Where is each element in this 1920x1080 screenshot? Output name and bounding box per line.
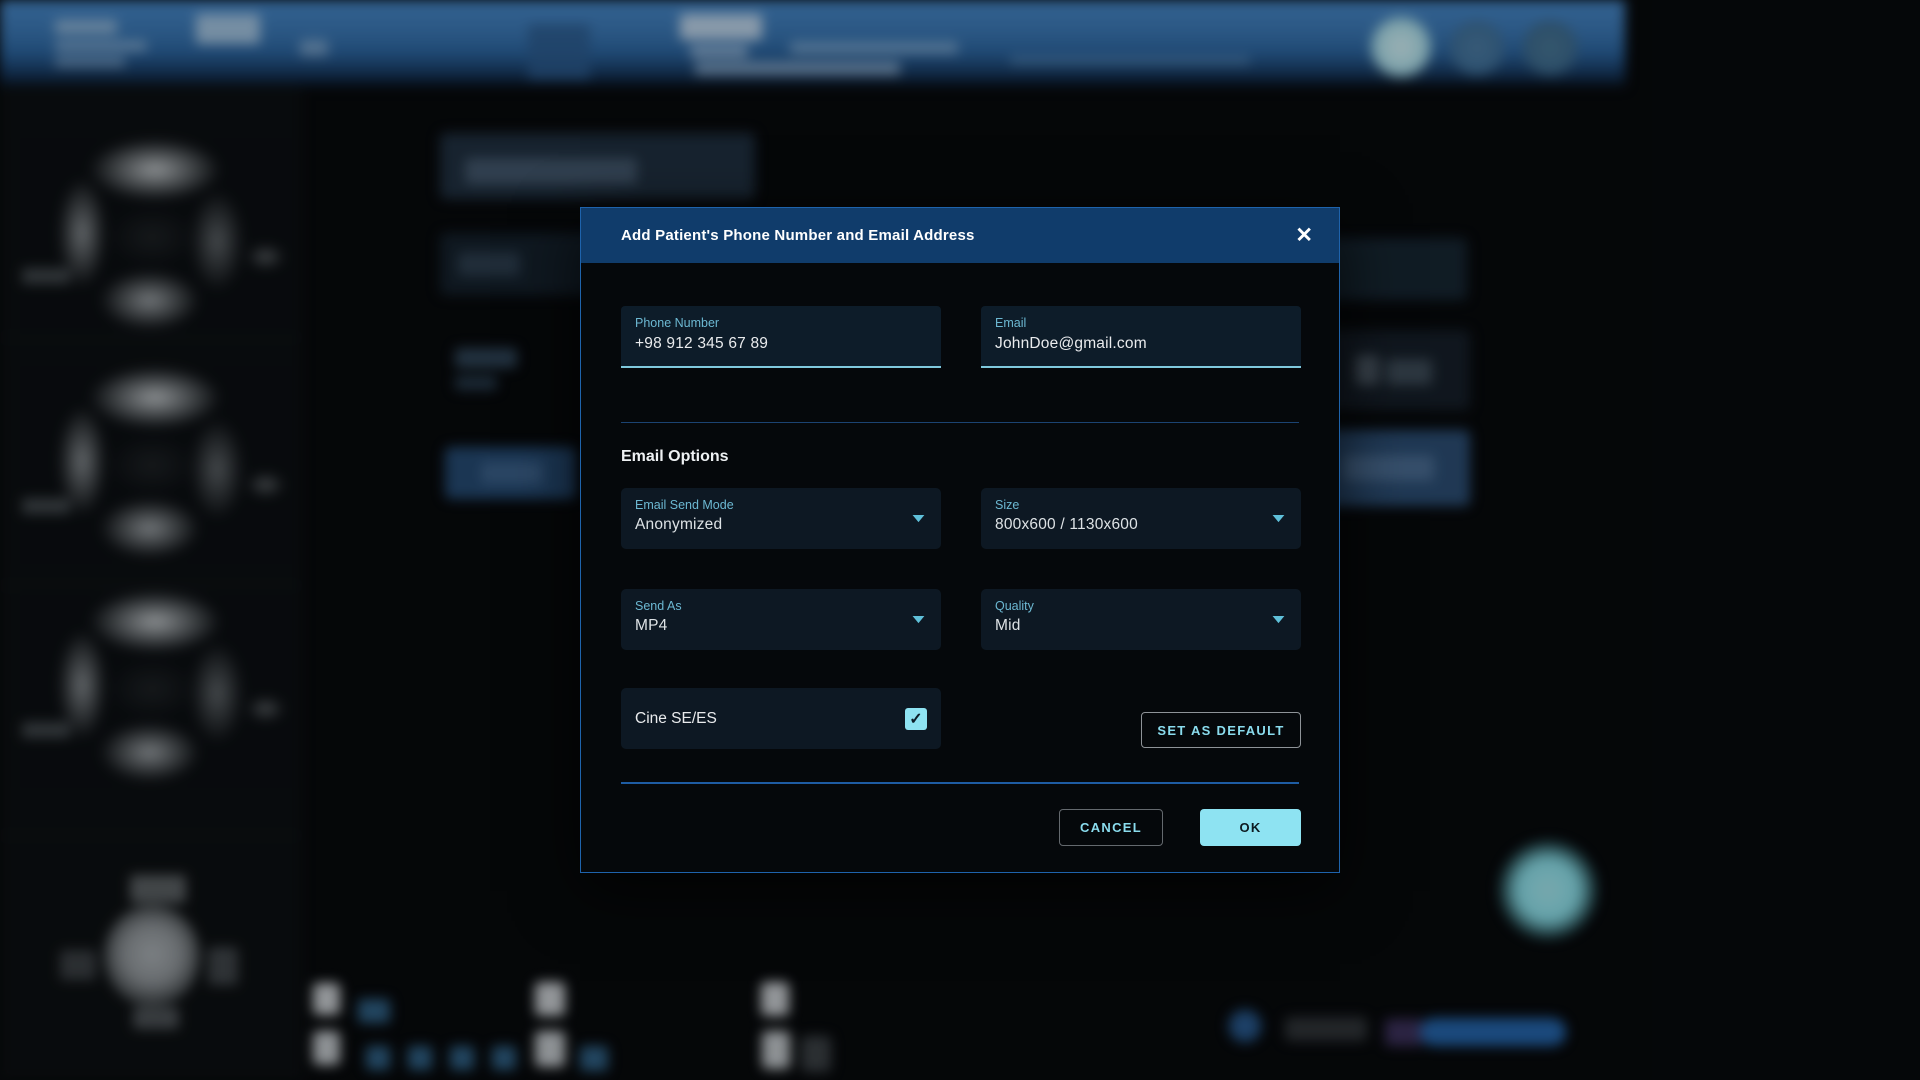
email-send-mode-label: Email Send Mode	[635, 498, 927, 512]
email-value: JohnDoe@gmail.com	[995, 335, 1287, 353]
quality-label: Quality	[995, 599, 1287, 613]
set-as-default-button[interactable]: SET AS DEFAULT	[1141, 712, 1301, 748]
close-icon[interactable]: ✕	[1295, 225, 1313, 246]
send-as-value: MP4	[635, 617, 927, 635]
size-label: Size	[995, 498, 1287, 512]
cancel-button[interactable]: CANCEL	[1059, 809, 1163, 846]
cine-se-es-checkbox[interactable]: ✓	[905, 708, 927, 730]
cine-se-es-row: Cine SE/ES ✓	[621, 688, 941, 749]
size-dropdown[interactable]: Size 800x600 / 1130x600 ▼	[981, 488, 1301, 549]
dialog-title-bar: Add Patient's Phone Number and Email Add…	[581, 208, 1339, 263]
chevron-down-icon: ▼	[909, 611, 929, 625]
checkmark-icon: ✓	[909, 709, 922, 729]
ok-button[interactable]: OK	[1200, 809, 1301, 846]
email-send-mode-value: Anonymized	[635, 516, 927, 534]
email-field[interactable]: Email JohnDoe@gmail.com	[981, 306, 1301, 368]
email-options-heading: Email Options	[621, 448, 729, 466]
size-value: 800x600 / 1130x600	[995, 516, 1287, 534]
phone-number-label: Phone Number	[635, 316, 927, 330]
add-contact-dialog: Add Patient's Phone Number and Email Add…	[580, 207, 1340, 873]
section-divider	[621, 422, 1299, 423]
footer-divider	[621, 782, 1299, 784]
email-label: Email	[995, 316, 1287, 330]
chevron-down-icon: ▼	[909, 510, 929, 524]
quality-dropdown[interactable]: Quality Mid ▼	[981, 589, 1301, 650]
email-send-mode-dropdown[interactable]: Email Send Mode Anonymized ▼	[621, 488, 941, 549]
phone-number-value: +98 912 345 67 89	[635, 335, 927, 353]
dialog-title: Add Patient's Phone Number and Email Add…	[621, 227, 975, 244]
chevron-down-icon: ▼	[1269, 510, 1289, 524]
phone-number-field[interactable]: Phone Number +98 912 345 67 89	[621, 306, 941, 368]
cine-se-es-label: Cine SE/ES	[635, 710, 717, 728]
quality-value: Mid	[995, 617, 1287, 635]
send-as-dropdown[interactable]: Send As MP4 ▼	[621, 589, 941, 650]
chevron-down-icon: ▼	[1269, 611, 1289, 625]
send-as-label: Send As	[635, 599, 927, 613]
